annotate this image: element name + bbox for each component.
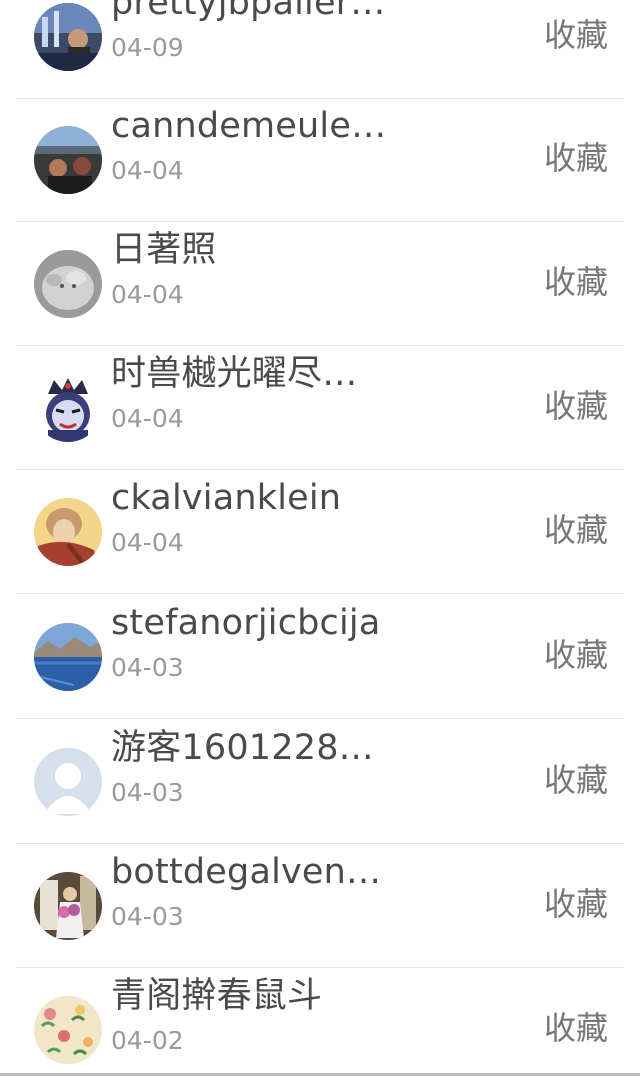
list-item[interactable]: stefanorjicbcija 04-03 收藏 <box>0 595 640 719</box>
list-item[interactable]: 时兽樾光曜尽… 04-04 收藏 <box>0 346 640 470</box>
favorite-button[interactable]: 收藏 <box>544 884 608 924</box>
list-item[interactable]: ckalvianklein 04-04 收藏 <box>0 470 640 594</box>
divider <box>16 593 624 594</box>
avatar[interactable] <box>34 374 102 442</box>
list-item[interactable]: canndemeule… 04-04 收藏 <box>0 98 640 222</box>
favorite-button[interactable]: 收藏 <box>544 138 608 178</box>
date: 04-03 <box>111 902 184 931</box>
username: 游客1601228… <box>111 728 374 768</box>
username: bottdegalven… <box>111 852 382 892</box>
date: 04-02 <box>111 1026 184 1055</box>
list-item[interactable]: 游客1601228… 04-03 收藏 <box>0 720 640 844</box>
avatar[interactable] <box>34 250 102 318</box>
username: stefanorjicbcija <box>111 603 381 643</box>
username: canndemeule… <box>111 106 387 146</box>
list-item[interactable]: prettyjbpaller… 04-09 收藏 <box>0 0 640 99</box>
favorite-button[interactable]: 收藏 <box>544 510 608 550</box>
list-item[interactable]: 日著照 04-04 收藏 <box>0 222 640 346</box>
username: 时兽樾光曜尽… <box>111 354 358 394</box>
avatar[interactable] <box>34 498 102 566</box>
divider <box>16 718 624 719</box>
avatar[interactable] <box>34 126 102 194</box>
date: 04-04 <box>111 156 184 185</box>
username: ckalvianklein <box>111 478 342 518</box>
username: prettyjbpaller… <box>111 0 386 23</box>
favorite-button[interactable]: 收藏 <box>544 15 608 55</box>
avatar[interactable] <box>34 996 102 1064</box>
avatar[interactable] <box>34 623 102 691</box>
date: 04-03 <box>111 778 184 807</box>
favorite-button[interactable]: 收藏 <box>544 760 608 800</box>
date: 04-04 <box>111 528 184 557</box>
favorite-button[interactable]: 收藏 <box>544 1008 608 1048</box>
username: 日著照 <box>111 230 217 270</box>
date: 04-09 <box>111 33 184 62</box>
date: 04-03 <box>111 653 184 682</box>
favorite-button[interactable]: 收藏 <box>544 635 608 675</box>
date: 04-04 <box>111 404 184 433</box>
username: 青阁擀春鼠斗 <box>111 976 323 1016</box>
favorite-button[interactable]: 收藏 <box>544 262 608 302</box>
avatar[interactable] <box>34 748 102 816</box>
avatar[interactable] <box>34 872 102 940</box>
date: 04-04 <box>111 280 184 309</box>
avatar[interactable] <box>34 3 102 71</box>
favorite-button[interactable]: 收藏 <box>544 386 608 426</box>
list-item[interactable]: bottdegalven… 04-03 收藏 <box>0 844 640 968</box>
